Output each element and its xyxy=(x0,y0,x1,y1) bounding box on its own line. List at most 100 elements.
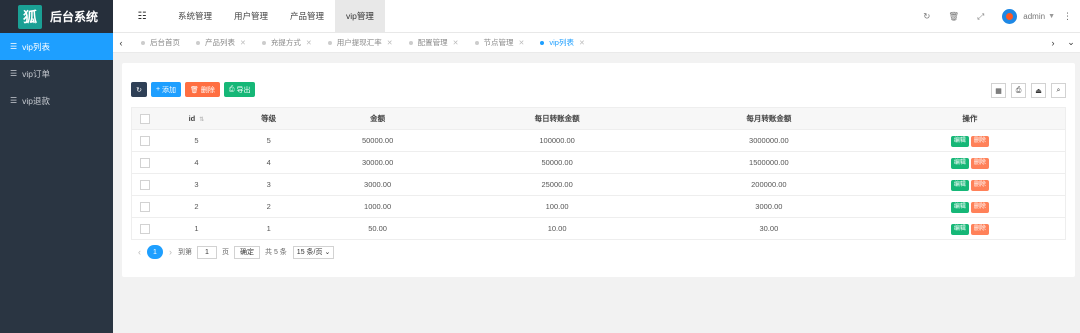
tab-label: 充提方式 xyxy=(270,38,301,47)
trash-icon: 🗑 xyxy=(190,86,199,94)
columns-icon[interactable]: ▦ xyxy=(991,83,1006,98)
close-icon[interactable]: ✕ xyxy=(306,39,312,47)
topnav-users[interactable]: 用户管理 xyxy=(223,0,279,33)
tab-dot xyxy=(327,40,332,45)
delete-button[interactable]: 删除 xyxy=(970,201,989,213)
row-checkbox[interactable] xyxy=(131,217,160,240)
sidebar-item-vip-refund[interactable]: ☰ vip退款 xyxy=(0,87,113,114)
search-icon[interactable]: ⌕ xyxy=(1051,83,1066,98)
row-checkbox[interactable] xyxy=(131,173,160,196)
chevron-down-icon[interactable]: ▼ xyxy=(1048,13,1055,20)
cell-monthly: 1500000.00 xyxy=(662,151,875,174)
tab-config[interactable]: 配置管理 ✕ xyxy=(401,33,467,53)
row-checkbox[interactable] xyxy=(131,151,160,174)
row-checkbox[interactable] xyxy=(131,129,160,152)
table-card: ↻ + 添加 🗑 删除 ⎙ 导出 ▦ ⎙ ⏏ ⌕ id ⇅ 等级 金额 每日转账金… xyxy=(122,63,1075,277)
topnav-vip[interactable]: vip管理 xyxy=(335,0,385,33)
tab-dot xyxy=(408,40,413,45)
delete-button[interactable]: 🗑 删除 xyxy=(185,82,220,97)
cell-actions: 编辑 删除 xyxy=(874,151,1066,174)
row-checkbox[interactable] xyxy=(131,195,160,218)
chevron-left-icon[interactable]: ‹ xyxy=(113,38,129,48)
list-icon: ☰ xyxy=(10,42,18,51)
sidebar-item-vip-orders[interactable]: ☰ vip订单 xyxy=(0,60,113,87)
list-icon: ☰ xyxy=(10,69,18,78)
table-row: 3 3 3000.00 25000.00 200000.00 编辑 删除 xyxy=(131,173,1066,196)
refresh-icon: ↻ xyxy=(136,86,142,94)
col-id[interactable]: id ⇅ xyxy=(159,107,234,130)
topnav-products[interactable]: 产品管理 xyxy=(279,0,335,33)
total-count: 共 5 条 xyxy=(265,249,287,256)
more-icon[interactable]: ⋮ xyxy=(1063,11,1072,22)
tab-label: 用户提现汇率 xyxy=(336,38,382,47)
page-tabs: 后台首页 产品列表 ✕ 充提方式 ✕ 用户提现汇率 ✕ 配置管理 ✕ 节点管理 … xyxy=(133,33,1044,53)
tab-label: vip列表 xyxy=(549,38,574,47)
export-icon[interactable]: ⏏ xyxy=(1031,83,1046,98)
user-name[interactable]: admin xyxy=(1023,12,1045,21)
refresh-icon[interactable]: ↻ xyxy=(913,11,940,22)
export-button[interactable]: ⎙ 导出 xyxy=(223,82,256,97)
sort-icon[interactable]: ⇅ xyxy=(199,117,204,123)
chevron-right-icon[interactable]: › xyxy=(1044,38,1062,48)
table-row: 1 1 50.00 10.00 30.00 编辑 删除 xyxy=(131,217,1066,240)
chevron-down-icon[interactable]: ⌄ xyxy=(1062,37,1080,48)
page-current[interactable]: 1 xyxy=(147,245,163,259)
cell-monthly: 3000.00 xyxy=(662,195,875,218)
cell-amount: 50000.00 xyxy=(303,129,452,152)
edit-button[interactable]: 编辑 xyxy=(950,201,969,213)
delete-button[interactable]: 删除 xyxy=(970,135,989,147)
col-actions: 操作 xyxy=(874,107,1066,130)
tabs-controls: › ⌄ xyxy=(1044,37,1080,48)
close-icon[interactable]: ✕ xyxy=(519,39,525,47)
col-monthly: 每月转账金额 xyxy=(662,107,875,130)
cell-actions: 编辑 删除 xyxy=(874,195,1066,218)
edit-button[interactable]: 编辑 xyxy=(950,157,969,169)
cell-daily: 10.00 xyxy=(451,217,663,240)
sidebar-item-vip-list[interactable]: ☰ vip列表 xyxy=(0,33,113,60)
tab-vip-list[interactable]: vip列表 ✕ xyxy=(532,33,592,53)
add-button[interactable]: + 添加 xyxy=(151,82,182,97)
tab-products[interactable]: 产品列表 ✕ xyxy=(188,33,254,53)
refresh-button[interactable]: ↻ xyxy=(131,82,147,97)
col-label: id xyxy=(188,114,196,123)
print-icon[interactable]: ⎙ xyxy=(1011,83,1026,98)
tab-dot xyxy=(540,40,545,45)
table-header-row: id ⇅ 等级 金额 每日转账金额 每月转账金额 操作 xyxy=(131,107,1066,130)
delete-button[interactable]: 删除 xyxy=(970,223,989,235)
menu-toggle-icon[interactable]: ☷ xyxy=(127,11,157,22)
tab-withdraw-rate[interactable]: 用户提现汇率 ✕ xyxy=(320,33,401,53)
cell-actions: 编辑 删除 xyxy=(874,217,1066,240)
edit-button[interactable]: 编辑 xyxy=(950,135,969,147)
trash-icon[interactable]: 🗑 xyxy=(940,11,967,22)
cell-id: 3 xyxy=(159,173,234,196)
delete-button[interactable]: 删除 xyxy=(970,179,989,191)
col-amount: 金额 xyxy=(303,107,452,130)
fullscreen-icon[interactable]: ⤢ xyxy=(967,11,994,22)
edit-button[interactable]: 编辑 xyxy=(950,223,969,235)
sidebar-item-label: vip列表 xyxy=(22,41,51,52)
cell-amount: 3000.00 xyxy=(303,173,452,196)
close-icon[interactable]: ✕ xyxy=(453,39,459,47)
close-icon[interactable]: ✕ xyxy=(579,39,585,47)
cell-daily: 50000.00 xyxy=(451,151,663,174)
delete-label: 删除 xyxy=(200,86,215,94)
topnav-system[interactable]: 系统管理 xyxy=(167,0,223,33)
close-icon[interactable]: ✕ xyxy=(240,39,246,47)
chevron-right-icon[interactable]: › xyxy=(169,247,172,257)
edit-button[interactable]: 编辑 xyxy=(950,179,969,191)
delete-button[interactable]: 删除 xyxy=(970,157,989,169)
tab-nodes[interactable]: 节点管理 ✕ xyxy=(467,33,533,53)
select-all-checkbox[interactable] xyxy=(131,107,160,130)
cell-monthly: 3000000.00 xyxy=(662,129,875,152)
cell-level: 5 xyxy=(233,129,304,152)
tab-home[interactable]: 后台首页 xyxy=(133,33,188,53)
goto-page-input[interactable]: 1 xyxy=(197,245,217,259)
cell-daily: 25000.00 xyxy=(451,173,663,196)
tab-recharge[interactable]: 充提方式 ✕ xyxy=(254,33,320,53)
close-icon[interactable]: ✕ xyxy=(387,39,393,47)
logo: 狐 后台系统 xyxy=(0,0,113,33)
chevron-left-icon[interactable]: ‹ xyxy=(138,247,141,257)
goto-confirm-button[interactable]: 确定 xyxy=(234,245,260,259)
page-size-select[interactable]: 15 条/页 ⌄ xyxy=(292,245,335,259)
avatar[interactable] xyxy=(1002,8,1018,24)
